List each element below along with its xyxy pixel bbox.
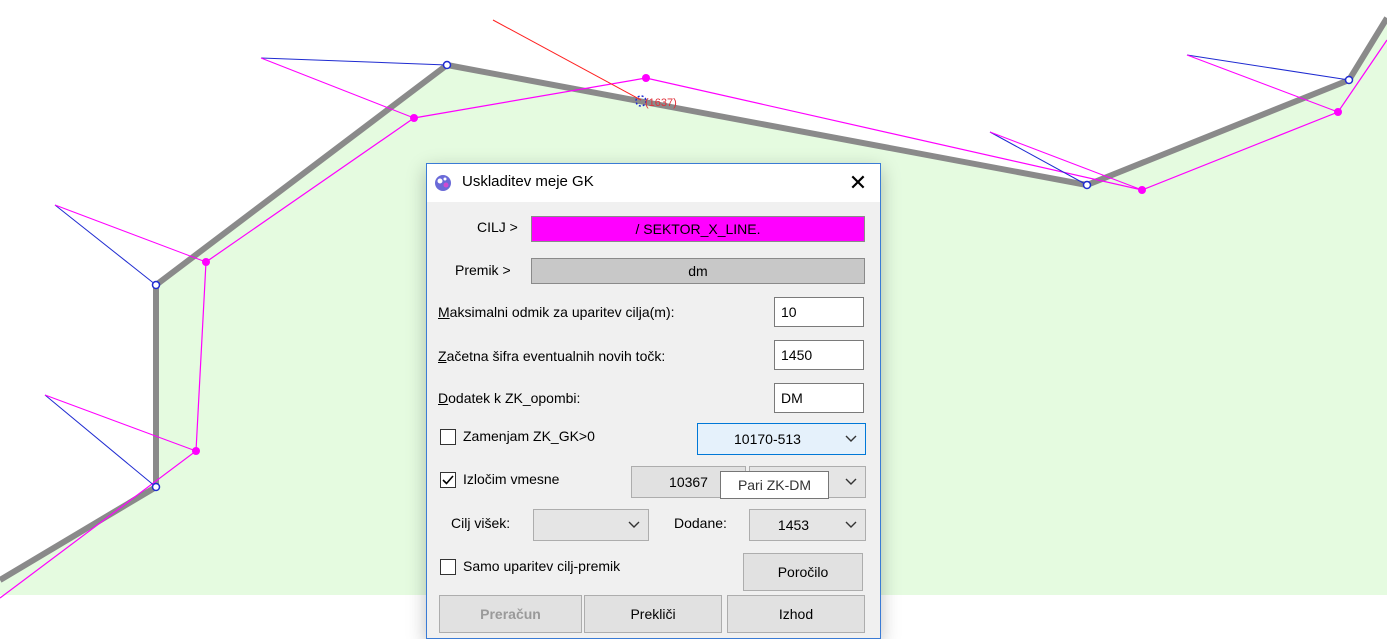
cilj-layer-button[interactable]: / SEKTOR_X_LINE.	[531, 216, 865, 242]
close-icon[interactable]: ✕	[840, 168, 876, 198]
zamenjam-combo[interactable]: 10170-513	[697, 423, 866, 455]
dodatek-label: Dodatek k ZK_opombi:	[438, 390, 581, 406]
premik-label: Premik >	[455, 262, 511, 278]
dodane-label: Dodane:	[674, 515, 727, 531]
cilj-visek-label: Cilj višek:	[451, 515, 511, 531]
check-icon	[442, 475, 454, 485]
cilj-label: CILJ >	[477, 219, 518, 235]
premik-layer-button[interactable]: dm	[531, 258, 865, 284]
izlocim-checkbox[interactable]	[440, 472, 456, 488]
samo-uparitev-label[interactable]: Samo uparitev cilj-premik	[463, 558, 620, 574]
zacetna-sifra-label-text: ačetna šifra eventualnih novih točk:	[446, 348, 666, 364]
max-odmik-label-text: aksimalni odmik za uparitev cilja(m):	[449, 304, 675, 320]
max-odmik-input[interactable]: 10	[774, 297, 864, 327]
cilj-visek-combo[interactable]	[533, 509, 649, 541]
preklici-button[interactable]: Prekliči	[584, 595, 722, 633]
app-icon	[435, 175, 451, 191]
chevron-down-icon	[845, 435, 857, 442]
dodatek-input[interactable]: DM	[774, 383, 864, 413]
max-odmik-label: Maksimalni odmik za uparitev cilja(m):	[438, 304, 675, 320]
dodane-combo[interactable]: 1453	[749, 509, 866, 541]
title-bar[interactable]: Uskladitev meje GK ✕	[427, 164, 880, 202]
chevron-down-icon	[845, 478, 857, 485]
zacetna-sifra-label: Začetna šifra eventualnih novih točk:	[438, 348, 666, 364]
cilj-visek-value	[534, 510, 620, 540]
samo-uparitev-checkbox[interactable]	[440, 559, 456, 575]
dialog-title: Uskladitev meje GK	[462, 173, 594, 190]
zamenjam-combo-value: 10170-513	[734, 431, 801, 447]
porocilo-button[interactable]: Poročilo	[743, 553, 863, 591]
pari-tooltip: Pari ZK-DM	[720, 471, 829, 499]
dodane-value: 1453	[777, 517, 810, 533]
dodatek-label-text: odatek k ZK_opombi:	[448, 390, 581, 406]
zamenjam-checkbox[interactable]	[440, 429, 456, 445]
zacetna-sifra-input[interactable]: 1450	[774, 340, 864, 370]
izlocim-label[interactable]: Izločim vmesne	[463, 471, 559, 487]
point-label: (1637)	[645, 97, 677, 109]
preracun-button[interactable]: Preračun	[439, 595, 582, 633]
izhod-button[interactable]: Izhod	[727, 595, 865, 633]
zamenjam-label[interactable]: Zamenjam ZK_GK>0	[463, 428, 595, 444]
uskladitev-dialog: Uskladitev meje GK ✕ CILJ > / SEKTOR_X_L…	[426, 163, 881, 639]
chevron-down-icon	[845, 521, 857, 528]
chevron-down-icon	[628, 521, 640, 528]
